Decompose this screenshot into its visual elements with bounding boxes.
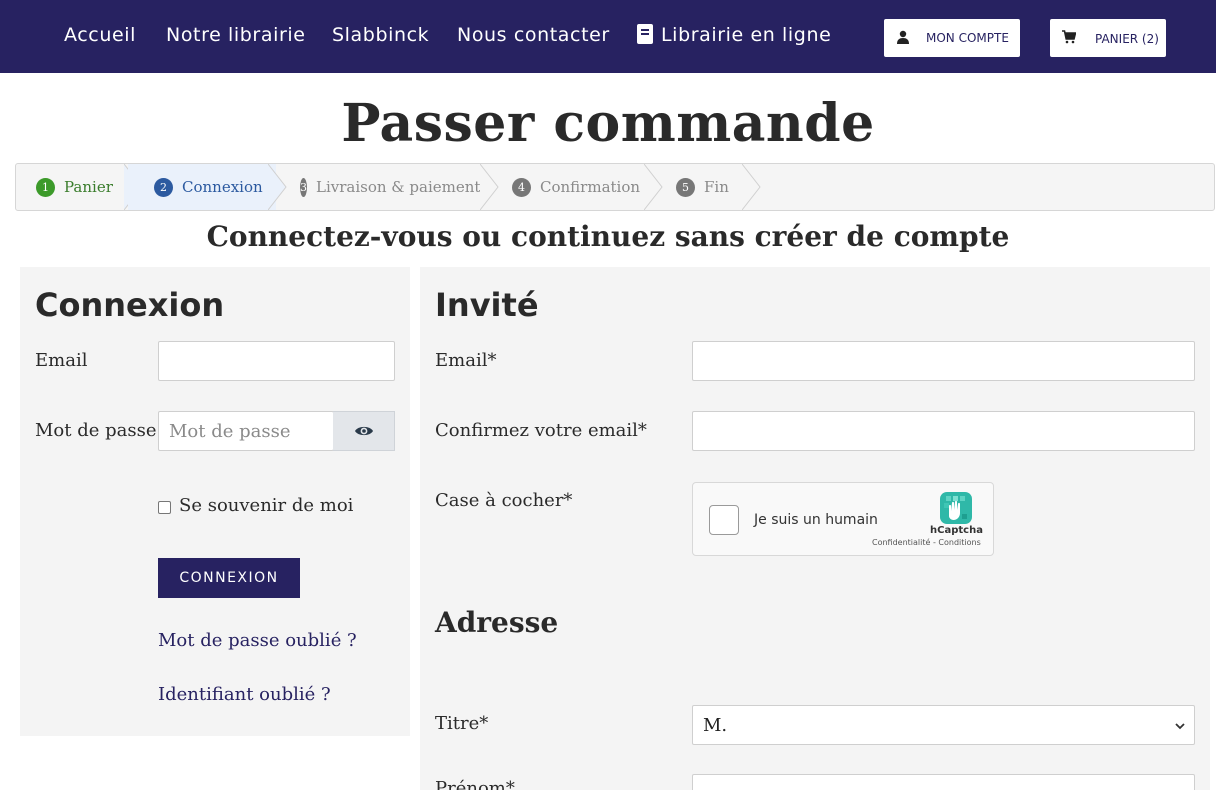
- account-button-label: MON COMPTE: [926, 31, 1009, 45]
- login-heading: Connexion: [35, 286, 225, 324]
- hcaptcha-widget: Je suis un humain hCaptcha Confidentiali…: [692, 482, 994, 556]
- step-number: 5: [676, 177, 695, 197]
- captcha-checkbox[interactable]: [709, 505, 739, 535]
- guest-confirm-email-input[interactable]: [692, 411, 1195, 451]
- step-fin[interactable]: 5 Fin: [656, 164, 748, 210]
- guest-email-input[interactable]: [692, 341, 1195, 381]
- title-label: Titre*: [435, 713, 489, 734]
- checkout-steps: 1 Panier 2 Connexion 3 Livraison & paiem…: [15, 163, 1215, 211]
- step-number: 3: [300, 177, 307, 197]
- nav-link-librairie-en-ligne[interactable]: Librairie en ligne: [637, 24, 831, 46]
- nav-link-librairie-en-ligne-label: Librairie en ligne: [661, 24, 832, 46]
- login-email-label: Email: [35, 350, 88, 371]
- forgot-password-link[interactable]: Mot de passe oublié ?: [158, 630, 357, 651]
- cart-icon: [1062, 30, 1076, 44]
- step-panier[interactable]: 1 Panier: [16, 164, 126, 210]
- captcha-brand: hCaptcha: [930, 525, 983, 536]
- chevron-down-icon: [1175, 723, 1185, 730]
- step-livraison-paiement[interactable]: 3 Livraison & paiement: [280, 164, 480, 210]
- login-password-input[interactable]: [158, 411, 334, 451]
- nav-link-notre-librairie[interactable]: Notre librairie: [166, 24, 306, 46]
- cart-button[interactable]: PANIER (2): [1050, 19, 1166, 57]
- account-button[interactable]: MON COMPTE: [884, 19, 1020, 57]
- guest-heading: Invité: [435, 286, 539, 324]
- page-subtitle: Connectez-vous ou continuez sans créer d…: [206, 220, 1010, 253]
- hcaptcha-logo-icon: [940, 492, 972, 524]
- step-connexion[interactable]: 2 Connexion: [128, 164, 276, 210]
- eye-icon: [354, 426, 373, 436]
- nav-link-accueil[interactable]: Accueil: [64, 24, 136, 46]
- forgot-username-link[interactable]: Identifiant oublié ?: [158, 684, 331, 705]
- step-label: Confirmation: [540, 178, 641, 196]
- title-select[interactable]: M.: [692, 705, 1195, 745]
- guest-confirm-email-label: Confirmez votre email*: [435, 420, 647, 441]
- address-heading: Adresse: [435, 606, 559, 639]
- login-password-label: Mot de passe: [35, 420, 157, 441]
- captcha-text: Je suis un humain: [754, 512, 878, 528]
- step-label: Connexion: [182, 178, 263, 196]
- book-icon: [637, 24, 653, 44]
- step-number: 1: [36, 177, 55, 197]
- first-name-input[interactable]: [692, 774, 1195, 790]
- step-number: 2: [154, 177, 173, 197]
- step-confirmation[interactable]: 4 Confirmation: [492, 164, 642, 210]
- top-navigation: Accueil Notre librairie Slabbinck Nous c…: [0, 0, 1216, 73]
- captcha-field-label: Case à cocher*: [435, 490, 573, 511]
- captcha-terms-link[interactable]: Confidentialité - Conditions: [872, 538, 981, 547]
- show-password-button[interactable]: [333, 411, 395, 451]
- remember-me-label: Se souvenir de moi: [179, 495, 354, 516]
- guest-email-label: Email*: [435, 350, 497, 371]
- nav-link-nous-contacter[interactable]: Nous contacter: [457, 24, 610, 46]
- remember-me-checkbox[interactable]: [158, 501, 171, 514]
- title-select-value: M.: [703, 714, 728, 736]
- cart-button-label: PANIER (2): [1095, 32, 1159, 46]
- user-icon: [897, 30, 909, 44]
- login-email-input[interactable]: [158, 341, 395, 381]
- first-name-label: Prénom*: [435, 778, 515, 790]
- step-separator-icon: [742, 164, 761, 210]
- step-label: Livraison & paiement: [316, 178, 481, 196]
- step-label: Panier: [64, 178, 113, 196]
- login-submit-button[interactable]: CONNEXION: [158, 558, 300, 598]
- step-number: 4: [512, 177, 531, 197]
- page-title: Passer commande: [341, 93, 875, 154]
- step-label: Fin: [704, 178, 729, 196]
- nav-link-slabbinck[interactable]: Slabbinck: [332, 24, 429, 46]
